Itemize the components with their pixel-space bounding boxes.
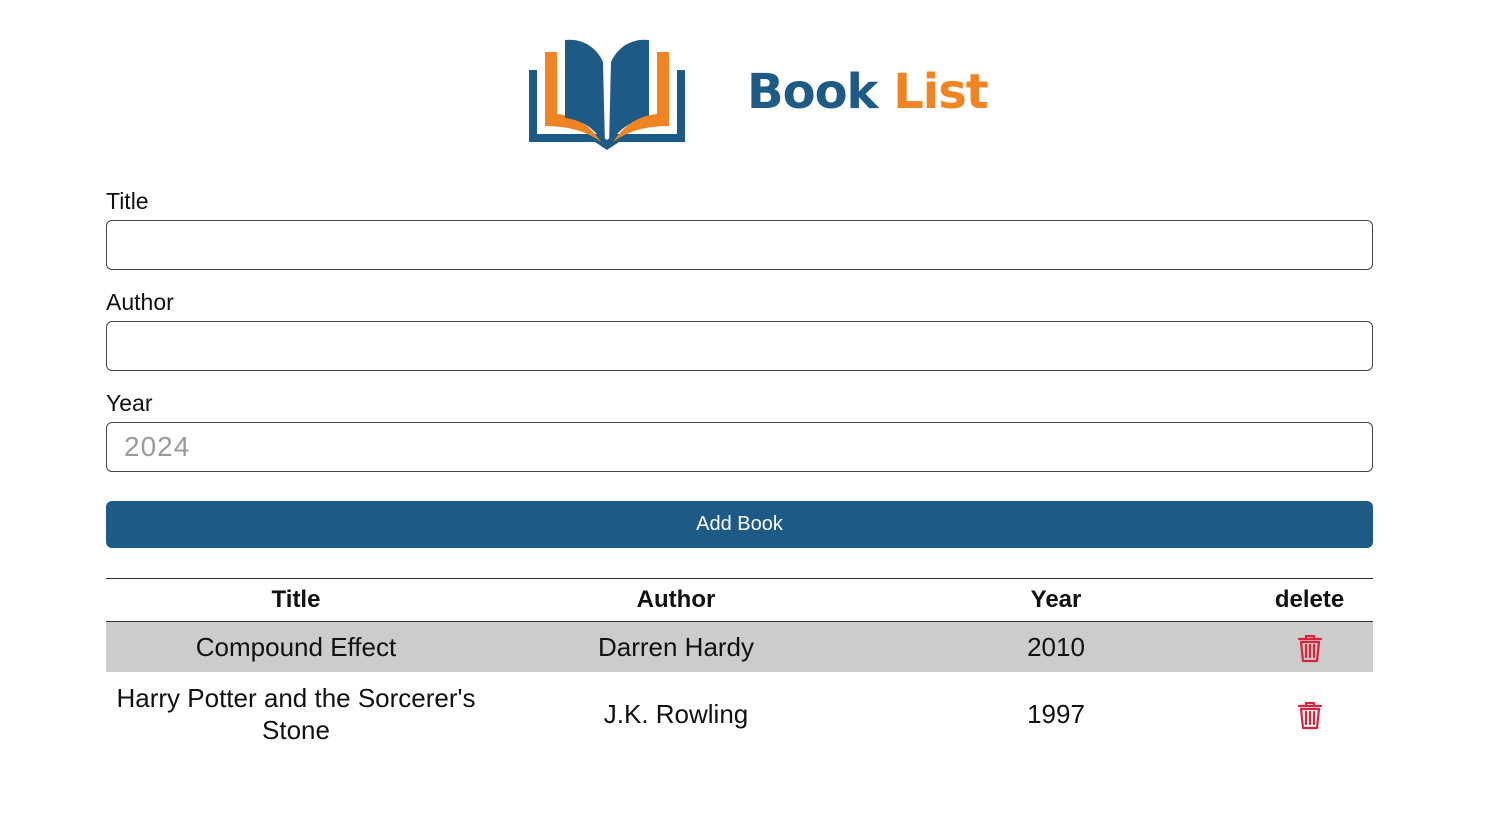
app-header: Book List	[0, 0, 1489, 160]
book-table: Title Author Year delete Compound Effect…	[106, 578, 1373, 755]
book-year-cell: 1997	[1027, 698, 1085, 729]
table-header-row: Title Author Year delete	[106, 578, 1373, 622]
book-author-cell: Darren Hardy	[486, 621, 866, 672]
app-title-book: Book	[747, 64, 878, 120]
author-input[interactable]	[106, 321, 1373, 371]
trash-icon[interactable]	[1297, 701, 1323, 730]
book-title-cell: Harry Potter and the Sorcerer's Stone	[116, 682, 476, 745]
app-title: Book List	[747, 62, 989, 122]
delete-cell	[1246, 621, 1373, 672]
add-book-form: Title Author Year	[106, 186, 1373, 472]
column-header-delete: delete	[1246, 578, 1373, 622]
column-header-author: Author	[486, 578, 866, 622]
trash-icon[interactable]	[1297, 635, 1323, 663]
app-title-list: List	[893, 64, 989, 120]
add-book-button[interactable]: Add Book	[106, 501, 1373, 548]
year-input[interactable]	[106, 422, 1373, 472]
table-row: Compound Effect Darren Hardy 2010	[106, 621, 1373, 672]
table-row: Harry Potter and the Sorcerer's Stone J.…	[106, 672, 1373, 755]
column-header-title: Title	[106, 578, 486, 622]
column-header-year: Year	[866, 578, 1246, 622]
open-book-icon	[529, 39, 685, 150]
year-label: Year	[106, 390, 153, 416]
delete-cell	[1246, 672, 1373, 755]
title-label: Title	[106, 188, 149, 214]
author-label: Author	[106, 289, 174, 315]
book-title-cell: Compound Effect	[106, 621, 486, 672]
book-year-cell: 2010	[866, 621, 1246, 672]
title-input[interactable]	[106, 220, 1373, 270]
book-author-cell: J.K. Rowling	[603, 698, 749, 729]
